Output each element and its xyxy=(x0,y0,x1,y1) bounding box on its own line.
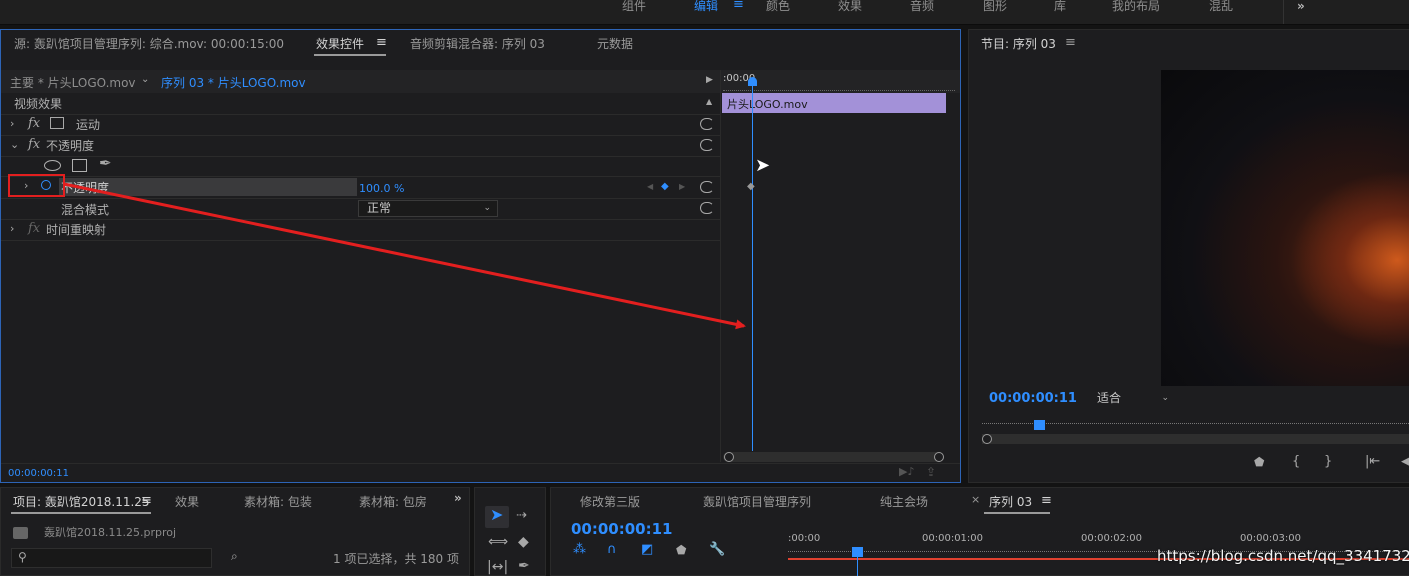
pen-tool-icon[interactable]: ✒ xyxy=(518,559,530,573)
active-tab-underline xyxy=(11,512,151,514)
program-monitor-title[interactable]: 节目: 序列 03 xyxy=(981,35,1056,52)
wrench-settings-icon[interactable]: 🔧 xyxy=(709,543,725,556)
chevron-double-right-icon[interactable]: » xyxy=(454,491,462,505)
project-filename: 轰趴馆2018.11.25.prproj xyxy=(44,526,177,539)
watermark-text: https://blog.csdn.net/qq_33417321 xyxy=(1157,547,1409,565)
selection-status: 1 项已选择，共 180 项 xyxy=(333,552,459,566)
active-tab-underline xyxy=(984,512,1050,514)
chevron-down-icon: ⌄ xyxy=(1161,393,1169,403)
panel-menu-icon[interactable]: ≡ xyxy=(1041,493,1052,508)
timeline-tab-main-venue[interactable]: 纯主会场 xyxy=(880,493,928,510)
zoom-dropdown[interactable]: 适合 ⌄ xyxy=(1089,390,1175,408)
tab-effects[interactable]: 效果 xyxy=(175,493,199,510)
program-ruler-ticks xyxy=(982,423,1409,425)
linked-selection-icon[interactable]: ◩ xyxy=(641,543,653,556)
zoom-handle-left[interactable] xyxy=(982,434,992,444)
selection-tool-icon[interactable]: ➤ xyxy=(490,507,503,523)
ripple-edit-tool-icon[interactable]: ⟺ xyxy=(488,535,508,549)
ruler-label-1: 00:00:01:00 xyxy=(922,533,984,544)
ruler-label-2: 00:00:02:00 xyxy=(1081,533,1143,544)
razor-tool-icon[interactable]: ◆ xyxy=(518,535,529,549)
timeline-timecode[interactable]: 00:00:00:11 xyxy=(571,520,673,538)
tab-project[interactable]: 项目: 轰趴馆2018.11.25 xyxy=(13,493,150,510)
search-input[interactable] xyxy=(34,550,210,567)
panel-menu-icon[interactable]: ≡ xyxy=(1065,35,1076,50)
timeline-tab-revision-3[interactable]: 修改第三版 xyxy=(580,493,640,510)
track-select-tool-icon[interactable]: ⇢ xyxy=(516,509,527,522)
search-icon: ⚲ xyxy=(18,550,27,564)
tab-bin-packaging[interactable]: 素材箱: 包装 xyxy=(244,493,312,510)
panel-menu-icon[interactable]: ≡ xyxy=(141,493,152,508)
program-playhead[interactable] xyxy=(1034,420,1045,430)
program-timecode[interactable]: 00:00:00:11 xyxy=(989,391,1077,406)
timeline-playhead[interactable] xyxy=(852,547,863,557)
fire-glow-effect xyxy=(1290,170,1409,350)
timeline-playhead-line xyxy=(857,557,858,576)
nest-sequence-icon[interactable]: ⁂ xyxy=(573,543,586,556)
project-search-field[interactable]: ⚲ xyxy=(11,548,212,568)
timeline-tab-seq-03[interactable]: 序列 03 xyxy=(989,493,1032,510)
zoom-value: 适合 xyxy=(1097,391,1122,405)
ruler-label-0: :00:00 xyxy=(788,533,821,544)
step-back-icon[interactable]: ◀ xyxy=(1401,455,1409,468)
tools-panel xyxy=(474,487,546,576)
add-marker-icon[interactable]: ⬟ xyxy=(1254,456,1264,468)
mark-in-icon[interactable]: { xyxy=(1292,455,1300,468)
add-marker-icon[interactable]: ⬟ xyxy=(676,544,686,556)
slip-tool-icon[interactable]: |↔| xyxy=(487,560,508,574)
tab-bin-rooms[interactable]: 素材箱: 包房 xyxy=(359,493,427,510)
mark-out-icon[interactable]: } xyxy=(1324,455,1332,468)
program-zoom-bar[interactable] xyxy=(982,434,1409,444)
project-folder-icon xyxy=(13,527,28,539)
timeline-tab-management-seq[interactable]: 轰趴馆项目管理序列 xyxy=(703,493,811,510)
close-icon[interactable]: × xyxy=(971,493,980,506)
find-folder-icon[interactable]: ⌕ xyxy=(231,550,238,562)
ruler-label-3: 00:00:03:00 xyxy=(1240,533,1302,544)
snap-magnet-icon[interactable]: ∩ xyxy=(607,543,617,556)
go-to-in-icon[interactable]: |⇤ xyxy=(1365,455,1380,468)
